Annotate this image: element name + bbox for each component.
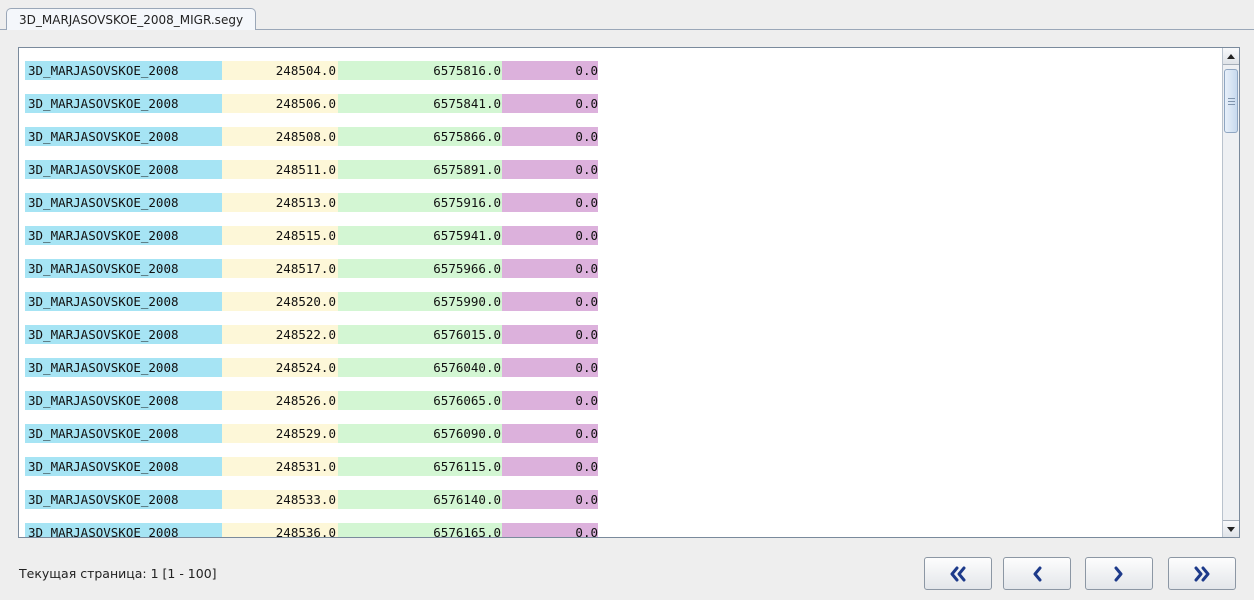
- next-page-button[interactable]: [1085, 557, 1153, 590]
- cell-survey: 3D_MARJASOVSKOE_2008: [25, 424, 222, 443]
- table-row[interactable]: 3D_MARJASOVSKOE_2008 248520.0 6575990.0 …: [25, 292, 598, 325]
- last-page-button[interactable]: [1168, 557, 1236, 590]
- cell-x: 248536.0: [222, 523, 338, 537]
- cell-y: 6575966.0: [338, 259, 502, 278]
- cell-y: 6576115.0: [338, 457, 502, 476]
- scroll-down-button[interactable]: [1223, 520, 1239, 537]
- cell-x: 248517.0: [222, 259, 338, 278]
- vertical-scrollbar[interactable]: [1222, 48, 1239, 537]
- cell-survey: 3D_MARJASOVSKOE_2008: [25, 160, 222, 179]
- cell-z: 0.0: [502, 523, 598, 537]
- cell-y: 6575941.0: [338, 226, 502, 245]
- cell-survey: 3D_MARJASOVSKOE_2008: [25, 292, 222, 311]
- first-page-button[interactable]: [924, 557, 992, 590]
- table-row[interactable]: 3D_MARJASOVSKOE_2008 248529.0 6576090.0 …: [25, 424, 598, 457]
- cell-x: 248513.0: [222, 193, 338, 212]
- grip-line: [1227, 97, 1235, 99]
- table-row[interactable]: 3D_MARJASOVSKOE_2008 248524.0 6576040.0 …: [25, 358, 598, 391]
- cell-y: 6576090.0: [338, 424, 502, 443]
- cell-z: 0.0: [502, 358, 598, 377]
- tab-file-label: 3D_MARJASOVSKOE_2008_MIGR.segy: [19, 13, 244, 27]
- arrow-down-icon: [1227, 526, 1235, 532]
- cell-z: 0.0: [502, 259, 598, 278]
- cell-survey: 3D_MARJASOVSKOE_2008: [25, 490, 222, 509]
- cell-survey: 3D_MARJASOVSKOE_2008: [25, 127, 222, 146]
- cell-survey: 3D_MARJASOVSKOE_2008: [25, 226, 222, 245]
- cell-y: 6576040.0: [338, 358, 502, 377]
- cell-x: 248531.0: [222, 457, 338, 476]
- table-row[interactable]: 3D_MARJASOVSKOE_2008 248508.0 6575866.0 …: [25, 127, 598, 160]
- table-rows: 3D_MARJASOVSKOE_2008 248504.0 6575816.0 …: [25, 61, 598, 537]
- cell-x: 248529.0: [222, 424, 338, 443]
- cell-x: 248524.0: [222, 358, 338, 377]
- table-row[interactable]: 3D_MARJASOVSKOE_2008 248517.0 6575966.0 …: [25, 259, 598, 292]
- cell-x: 248506.0: [222, 94, 338, 113]
- cell-z: 0.0: [502, 424, 598, 443]
- cell-x: 248504.0: [222, 61, 338, 80]
- table-row[interactable]: 3D_MARJASOVSKOE_2008 248531.0 6576115.0 …: [25, 457, 598, 490]
- cell-z: 0.0: [502, 292, 598, 311]
- chevron-left-icon: [1033, 566, 1042, 581]
- cell-survey: 3D_MARJASOVSKOE_2008: [25, 193, 222, 212]
- cell-z: 0.0: [502, 226, 598, 245]
- pagination: [0, 557, 1254, 590]
- cell-x: 248526.0: [222, 391, 338, 410]
- arrow-up-icon: [1227, 53, 1235, 59]
- cell-x: 248515.0: [222, 226, 338, 245]
- cell-y: 6575841.0: [338, 94, 502, 113]
- cell-x: 248520.0: [222, 292, 338, 311]
- cell-z: 0.0: [502, 127, 598, 146]
- cell-z: 0.0: [502, 61, 598, 80]
- cell-z: 0.0: [502, 325, 598, 344]
- cell-y: 6575816.0: [338, 61, 502, 80]
- table-row[interactable]: 3D_MARJASOVSKOE_2008 248504.0 6575816.0 …: [25, 61, 598, 94]
- cell-x: 248508.0: [222, 127, 338, 146]
- scroll-up-button[interactable]: [1223, 48, 1239, 65]
- cell-y: 6576165.0: [338, 523, 502, 537]
- cell-y: 6576015.0: [338, 325, 502, 344]
- cell-z: 0.0: [502, 391, 598, 410]
- table-row[interactable]: 3D_MARJASOVSKOE_2008 248513.0 6575916.0 …: [25, 193, 598, 226]
- previous-page-button[interactable]: [1003, 557, 1071, 590]
- trace-header-table[interactable]: 3D_MARJASOVSKOE_2008 248504.0 6575816.0 …: [18, 47, 1240, 538]
- cell-survey: 3D_MARJASOVSKOE_2008: [25, 61, 222, 80]
- cell-survey: 3D_MARJASOVSKOE_2008: [25, 325, 222, 344]
- tab-strip: 3D_MARJASOVSKOE_2008_MIGR.segy: [0, 0, 1254, 30]
- cell-survey: 3D_MARJASOVSKOE_2008: [25, 358, 222, 377]
- cell-survey: 3D_MARJASOVSKOE_2008: [25, 94, 222, 113]
- cell-x: 248533.0: [222, 490, 338, 509]
- table-row[interactable]: 3D_MARJASOVSKOE_2008 248522.0 6576015.0 …: [25, 325, 598, 358]
- cell-survey: 3D_MARJASOVSKOE_2008: [25, 259, 222, 278]
- grip-line: [1227, 103, 1235, 105]
- table-row[interactable]: 3D_MARJASOVSKOE_2008 248526.0 6576065.0 …: [25, 391, 598, 424]
- cell-survey: 3D_MARJASOVSKOE_2008: [25, 457, 222, 476]
- tab-file[interactable]: 3D_MARJASOVSKOE_2008_MIGR.segy: [6, 8, 257, 30]
- cell-z: 0.0: [502, 94, 598, 113]
- cell-survey: 3D_MARJASOVSKOE_2008: [25, 523, 222, 537]
- grip-line: [1227, 100, 1235, 102]
- table-row[interactable]: 3D_MARJASOVSKOE_2008 248536.0 6576165.0 …: [25, 523, 598, 537]
- scrollbar-thumb[interactable]: [1224, 69, 1238, 133]
- cell-z: 0.0: [502, 490, 598, 509]
- cell-survey: 3D_MARJASOVSKOE_2008: [25, 391, 222, 410]
- cell-z: 0.0: [502, 193, 598, 212]
- double-chevron-right-icon: [1194, 566, 1210, 581]
- cell-y: 6575916.0: [338, 193, 502, 212]
- cell-z: 0.0: [502, 160, 598, 179]
- table-row[interactable]: 3D_MARJASOVSKOE_2008 248533.0 6576140.0 …: [25, 490, 598, 523]
- cell-y: 6576140.0: [338, 490, 502, 509]
- cell-y: 6576065.0: [338, 391, 502, 410]
- cell-y: 6575990.0: [338, 292, 502, 311]
- double-chevron-left-icon: [950, 566, 966, 581]
- cell-y: 6575891.0: [338, 160, 502, 179]
- cell-z: 0.0: [502, 457, 598, 476]
- cell-x: 248511.0: [222, 160, 338, 179]
- cell-x: 248522.0: [222, 325, 338, 344]
- chevron-right-icon: [1114, 566, 1123, 581]
- table-row[interactable]: 3D_MARJASOVSKOE_2008 248506.0 6575841.0 …: [25, 94, 598, 127]
- cell-y: 6575866.0: [338, 127, 502, 146]
- table-row[interactable]: 3D_MARJASOVSKOE_2008 248515.0 6575941.0 …: [25, 226, 598, 259]
- table-row[interactable]: 3D_MARJASOVSKOE_2008 248511.0 6575891.0 …: [25, 160, 598, 193]
